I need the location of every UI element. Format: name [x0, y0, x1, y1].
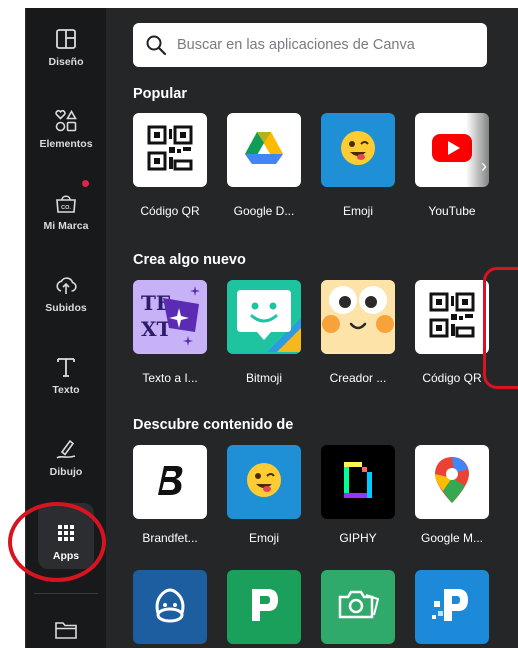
app-tile-qr-code-create[interactable]: [415, 280, 489, 354]
app-caption: Emoji: [248, 531, 279, 545]
sidebar-item-dibujo[interactable]: Dibujo: [26, 436, 106, 506]
app-caption: Código QR: [140, 204, 200, 218]
app-tile-bitmoji[interactable]: [227, 280, 301, 354]
app-caption: Bitmoji: [245, 371, 282, 385]
carousel-fade: [466, 113, 518, 193]
draw-icon: [53, 436, 79, 462]
upload-cloud-icon: [53, 272, 79, 298]
photo-camera-icon: [336, 587, 380, 628]
app-caption: Brandfet...: [142, 531, 198, 545]
search-bar[interactable]: [133, 23, 487, 67]
qr-code-icon: [147, 125, 193, 176]
search-icon: [145, 34, 167, 56]
sidebar-item-label: Mi Marca: [43, 220, 89, 232]
sidebar-item-elementos[interactable]: Elementos: [26, 108, 106, 178]
giphy-logo-icon: [338, 458, 378, 507]
sidebar-item-diseno[interactable]: Diseño: [26, 26, 106, 96]
section-title-create: Crea algo nuevo: [133, 252, 246, 268]
sidebar-item-label: Diseño: [48, 56, 84, 68]
highlight-annotation-oval: [8, 502, 106, 582]
app-tile-emoji-discover[interactable]: [227, 445, 301, 519]
sidebar-divider: [34, 593, 98, 594]
app-caption: Google D...: [233, 204, 295, 218]
sidebar-item-label: Dibujo: [49, 466, 83, 478]
app-tile-brandfetch[interactable]: [133, 445, 207, 519]
search-input[interactable]: [177, 37, 447, 53]
brand-icon: CO.: [53, 190, 79, 216]
sidebar-item-label: Elementos: [39, 138, 93, 150]
sidebar-item-label: Subidos: [45, 302, 87, 314]
app-tile-google-drive[interactable]: [227, 113, 301, 187]
p-logo-icon: [246, 585, 282, 630]
section-title-discover: Descubre contenido de: [133, 417, 294, 433]
app-tile-partial-4[interactable]: [415, 570, 489, 644]
sidebar-item-texto[interactable]: Texto: [26, 354, 106, 424]
folder-icon[interactable]: [54, 620, 78, 645]
app-tile-partial-1[interactable]: [133, 570, 207, 644]
app-caption: Google M...: [420, 531, 484, 545]
app-caption: Emoji: [342, 204, 373, 218]
bitmoji-icon: [227, 280, 301, 354]
app-tile-partial-3[interactable]: [321, 570, 395, 644]
app-tile-google-maps[interactable]: [415, 445, 489, 519]
chevron-right-icon[interactable]: ›: [481, 156, 487, 177]
brandfetch-logo-icon: [150, 460, 190, 505]
text-icon: [53, 354, 79, 380]
app-tile-creator[interactable]: [321, 280, 395, 354]
character-creator-icon: [321, 280, 395, 354]
google-maps-pin-icon: [432, 455, 472, 510]
pixel-p-icon: [430, 583, 474, 632]
app-tile-qr-code[interactable]: [133, 113, 207, 187]
app-caption: Texto a I...: [142, 371, 198, 385]
qr-code-icon: [429, 292, 475, 343]
svg-text:CO.: CO.: [61, 205, 71, 211]
section-title-popular: Popular: [133, 86, 187, 102]
highlight-annotation-box: [483, 267, 518, 389]
notification-dot: [82, 180, 89, 187]
sidebar-item-mi-marca[interactable]: CO. Mi Marca: [26, 190, 106, 260]
app-tile-text-to-image[interactable]: TE XT: [133, 280, 207, 354]
app-caption: GIPHY: [339, 531, 377, 545]
layout-icon: [53, 26, 79, 52]
apps-panel: Popular Código QR: [106, 8, 518, 648]
elements-icon: [53, 108, 79, 134]
platypus-icon: [150, 585, 190, 630]
sidebar-item-label: Texto: [52, 384, 80, 396]
app-caption: Creador ...: [329, 371, 387, 385]
text-to-image-icon: TE XT: [133, 280, 207, 354]
app-tile-emoji[interactable]: [321, 113, 395, 187]
winking-emoji-icon: [339, 129, 377, 172]
svg-text:XT: XT: [141, 317, 172, 341]
app-tile-partial-2[interactable]: [227, 570, 301, 644]
google-drive-icon: [244, 130, 284, 171]
winking-emoji-icon: [245, 461, 283, 504]
sidebar-item-subidos[interactable]: Subidos: [26, 272, 106, 342]
app-caption: YouTube: [428, 204, 476, 218]
app-tile-giphy[interactable]: [321, 445, 395, 519]
